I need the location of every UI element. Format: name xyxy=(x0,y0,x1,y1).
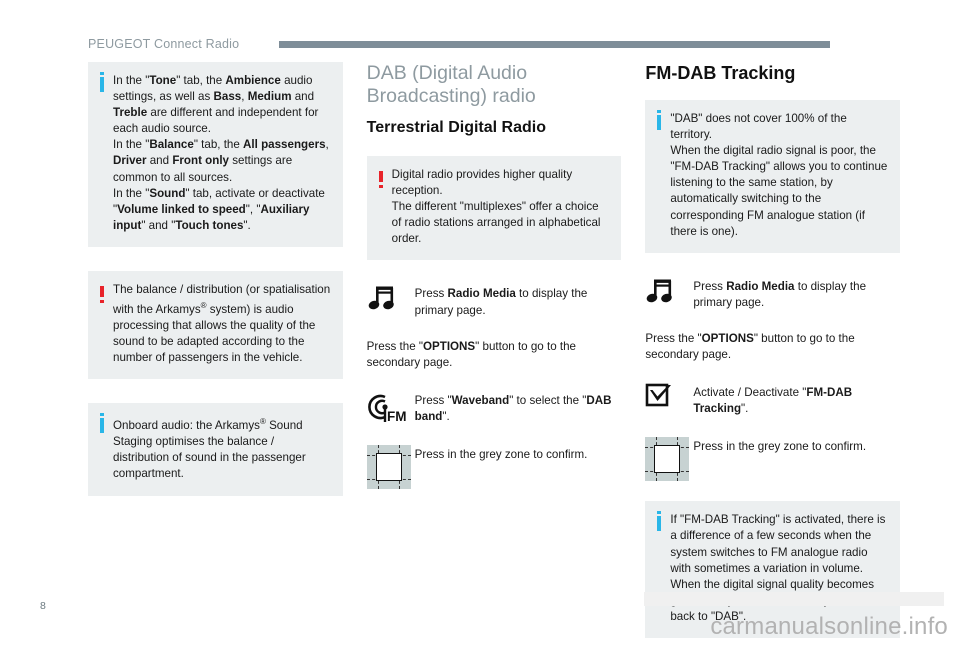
instruction-row: Press Radio Media to display the primary… xyxy=(367,284,622,318)
info-box: "DAB" does not cover 100% of the territo… xyxy=(645,100,901,253)
info-box: In the "Tone" tab, the Ambience audio se… xyxy=(88,62,343,247)
info-bar-icon xyxy=(657,511,662,532)
info-bar-icon xyxy=(657,110,662,130)
fm-antenna-icon: FM xyxy=(367,391,415,425)
instruction-row: Press in the grey zone to confirm. xyxy=(645,437,900,482)
content-columns: In the "Tone" tab, the Ambience audio se… xyxy=(88,62,901,649)
section-title: Terrestrial Digital Radio xyxy=(366,119,546,136)
section-title: FM-DAB Tracking xyxy=(645,63,796,83)
instruction-row: Press Radio Media to display the primary… xyxy=(645,277,900,311)
info-box-text: "DAB" does not cover 100% of the territo… xyxy=(670,112,888,238)
grey-zone-icon xyxy=(366,445,415,490)
svg-text:FM: FM xyxy=(387,409,407,424)
checkbox-checked-icon xyxy=(645,383,693,409)
info-bar-icon xyxy=(100,72,104,92)
info-box-text: In the "Tone" tab, the Ambience audio se… xyxy=(113,74,329,232)
instruction-text: Press Radio Media to display the primary… xyxy=(693,279,867,309)
watermark-band xyxy=(644,592,944,606)
warning-box-text: The balance / distribution (or spatialis… xyxy=(113,282,331,365)
warning-bar-icon xyxy=(100,285,104,303)
instruction-text: Press in the grey zone to confirm. xyxy=(414,448,588,462)
header-rule xyxy=(279,40,830,48)
header-title: PEUGEOT Connect Radio xyxy=(88,37,240,51)
instruction-text: Activate / Deactivate "FM-DAB Tracking". xyxy=(693,386,853,416)
instruction-paragraph: Press the "OPTIONS" button to go to the … xyxy=(366,339,576,369)
instruction-text: Press in the grey zone to confirm. xyxy=(693,440,867,454)
warning-bar-icon xyxy=(378,171,383,188)
watermark: carmanualsonline.info xyxy=(710,613,948,640)
info-box: Onboard audio: the Arkamys® Sound Stagin… xyxy=(88,403,343,496)
info-box-text: Onboard audio: the Arkamys® Sound Stagin… xyxy=(113,417,306,481)
instruction-text: Press "Waveband" to select the "DAB band… xyxy=(414,393,612,423)
instruction-row: Press in the grey zone to confirm. xyxy=(366,445,622,490)
music-note-icon xyxy=(645,277,693,307)
warning-box: The balance / distribution (or spatialis… xyxy=(88,270,343,380)
grey-zone-icon xyxy=(645,437,693,482)
warning-box: Digital radio provides higher quality re… xyxy=(366,156,622,261)
page-title: DAB (Digital Audio Broadcasting) radio xyxy=(366,62,536,107)
page-number: 8 xyxy=(40,600,46,612)
middle-column: DAB (Digital Audio Broadcasting) radio T… xyxy=(366,62,622,649)
info-bar-icon xyxy=(100,413,104,434)
music-note-icon xyxy=(367,284,415,314)
info-box-text: If "FM-DAB Tracking" is activated, there… xyxy=(670,513,886,623)
warning-box-text: Digital radio provides higher quality re… xyxy=(391,168,601,246)
instruction-row: Activate / Deactivate "FM-DAB Tracking". xyxy=(645,383,900,417)
right-column: FM-DAB Tracking "DAB" does not cover 100… xyxy=(645,62,901,649)
instruction-paragraph: Press the "OPTIONS" button to go to the … xyxy=(645,331,855,362)
manual-page: PEUGEOT Connect Radio In the "Tone" tab,… xyxy=(0,0,960,649)
instruction-row: FM Press "Waveband" to select the "DAB b… xyxy=(367,391,622,425)
page-header: PEUGEOT Connect Radio xyxy=(88,33,960,55)
left-column: In the "Tone" tab, the Ambience audio se… xyxy=(88,62,343,649)
instruction-text: Press Radio Media to display the primary… xyxy=(414,287,588,317)
